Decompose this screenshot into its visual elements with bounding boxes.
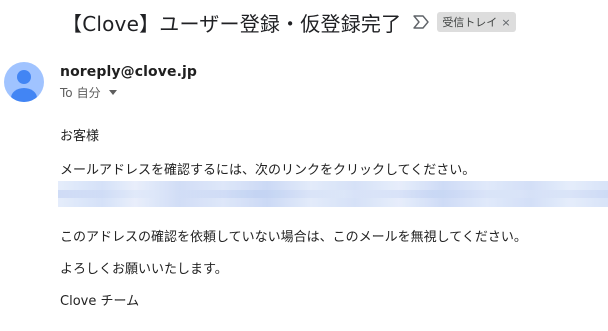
closing-text: よろしくお願いいたします。 <box>60 262 228 277</box>
to-prefix: To <box>60 85 73 100</box>
remove-label-icon[interactable]: × <box>501 16 510 29</box>
default-avatar-icon <box>11 70 37 102</box>
instruction-text: メールアドレスを確認するには、次のリンクをクリックしてください。 <box>60 163 476 178</box>
redacted-verification-link[interactable] <box>58 181 608 207</box>
to-recipient: 自分 <box>76 86 101 100</box>
inbox-label-text: 受信トレイ <box>442 16 498 29</box>
greeting-text: お客様 <box>60 129 100 144</box>
inbox-label-chip: 受信トレイ × <box>437 12 516 32</box>
sender-avatar[interactable] <box>4 62 44 102</box>
email-header: 【Clove】ユーザー登録・仮登録完了 受信トレイ × <box>62 6 516 38</box>
recipient-line: To 自分 <box>60 84 197 101</box>
important-marker-icon[interactable] <box>413 15 430 29</box>
disclaimer-text: このアドレスの確認を依頼していない場合は、このメールを無視してください。 <box>60 230 527 245</box>
chevron-down-icon[interactable] <box>108 90 117 95</box>
email-subject: 【Clove】ユーザー登録・仮登録完了 <box>62 11 402 36</box>
sender-info: noreply@clove.jp To 自分 <box>60 64 197 101</box>
signature-text: Clove チーム <box>60 294 140 309</box>
sender-email[interactable]: noreply@clove.jp <box>60 64 197 80</box>
